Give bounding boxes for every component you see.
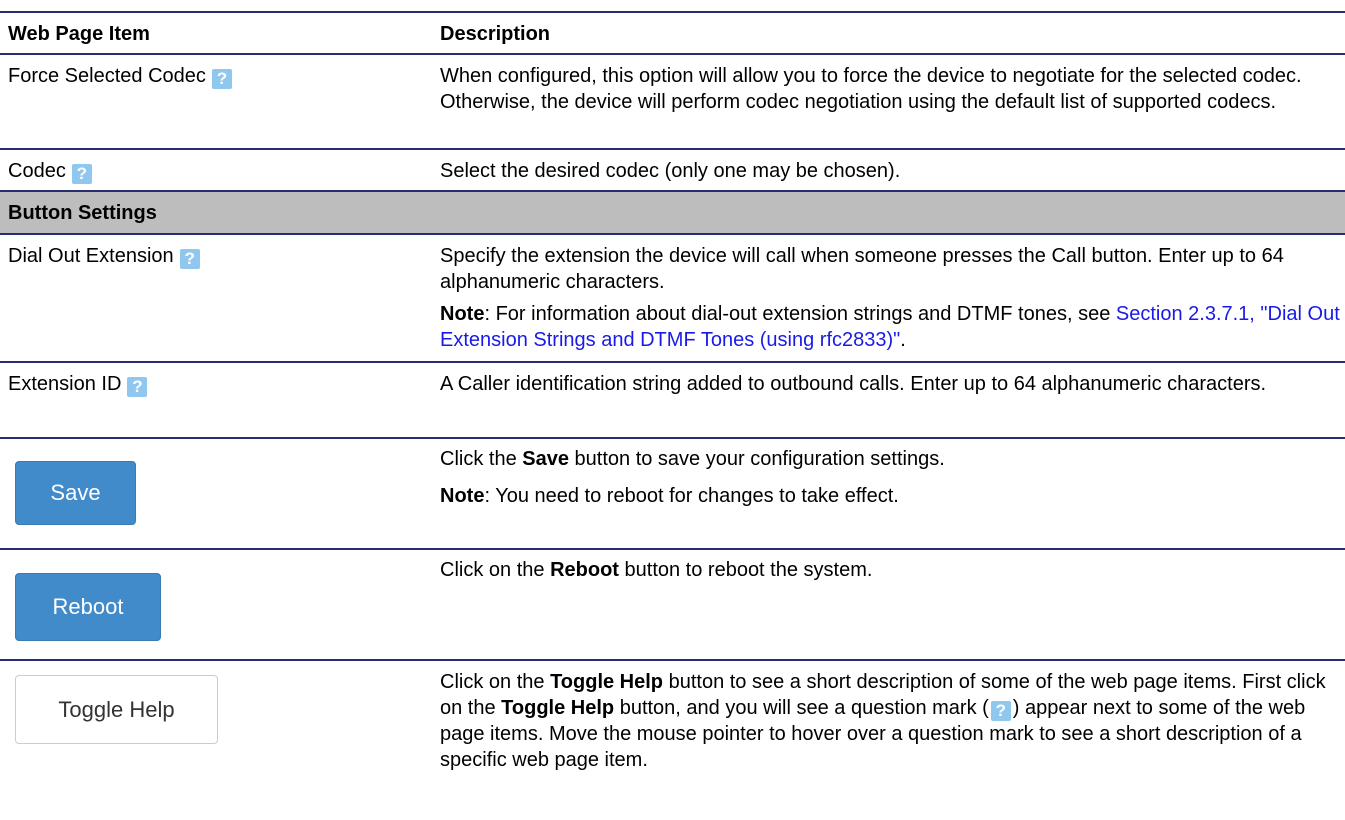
save-button[interactable]: Save	[15, 461, 136, 525]
row-item-extension-id: Extension ID?	[8, 373, 148, 397]
desc-text: Click on the	[440, 671, 551, 693]
row-note: Note: You need to reboot for changes to …	[440, 483, 1340, 509]
desc-text: button to save your configuration settin…	[568, 448, 945, 470]
desc-text: Click on the	[440, 559, 551, 581]
row-description: Specify the extension the device will ca…	[440, 245, 1284, 293]
row-item-dial-out-extension: Dial Out Extension?	[8, 245, 200, 269]
question-mark-icon[interactable]: ?	[71, 164, 92, 184]
table-row: Dial Out Extension? Specify the extensio…	[0, 233, 1345, 361]
column-header-item: Web Page Item	[8, 23, 150, 45]
table-row: Codec? Select the desired codec (only on…	[0, 148, 1345, 190]
reboot-button[interactable]: Reboot	[15, 573, 161, 641]
table-row: Save Click the Save button to save your …	[0, 437, 1345, 548]
question-mark-icon[interactable]: ?	[127, 377, 148, 397]
column-header-description: Description	[440, 23, 551, 45]
row-description: A Caller identification string added to …	[440, 373, 1267, 395]
note-text: : You need to reboot for changes to take…	[484, 485, 899, 507]
desc-bold: Save	[522, 448, 569, 470]
question-mark-icon[interactable]: ?	[211, 69, 232, 89]
desc-bold: Toggle Help	[550, 671, 664, 693]
row-description: Click on the Reboot button to reboot the…	[440, 557, 1340, 583]
item-label: Extension ID	[8, 373, 122, 395]
note-label: Note	[440, 303, 485, 325]
desc-text: button to reboot the system.	[618, 559, 873, 581]
row-description: Click the Save button to save your confi…	[440, 446, 1340, 472]
question-mark-icon: ?	[990, 701, 1011, 721]
section-title: Button Settings	[8, 202, 157, 224]
table-row: Extension ID? A Caller identification st…	[0, 361, 1345, 437]
desc-bold: Reboot	[550, 559, 619, 581]
section-header-row: Button Settings	[0, 190, 1345, 233]
item-label: Codec	[8, 160, 66, 182]
desc-text: button, and you will see a question mark…	[614, 697, 989, 719]
item-label: Force Selected Codec	[8, 65, 206, 87]
web-page-items-table: Web Page Item Description Force Selected…	[0, 11, 1345, 797]
note-text: : For information about dial-out extensi…	[484, 303, 1116, 325]
row-description: Select the desired codec (only one may b…	[440, 160, 901, 182]
question-mark-icon[interactable]: ?	[179, 249, 200, 269]
desc-text: Click the	[440, 448, 523, 470]
table-header-row: Web Page Item Description	[0, 11, 1345, 53]
toggle-help-button[interactable]: Toggle Help	[15, 675, 218, 744]
row-item-codec: Codec?	[8, 160, 92, 184]
row-description: Click on the Toggle Help button to see a…	[440, 669, 1340, 773]
desc-bold: Toggle Help	[501, 697, 615, 719]
row-item-force-selected-codec: Force Selected Codec?	[8, 65, 232, 89]
note-label: Note	[440, 485, 485, 507]
row-note: Note: For information about dial-out ext…	[440, 301, 1340, 353]
table-row: Toggle Help Click on the Toggle Help but…	[0, 659, 1345, 797]
item-label: Dial Out Extension	[8, 245, 174, 267]
table-row: Reboot Click on the Reboot button to reb…	[0, 548, 1345, 659]
row-description: When configured, this option will allow …	[440, 65, 1302, 113]
note-end: .	[900, 329, 906, 351]
table-row: Force Selected Codec? When configured, t…	[0, 53, 1345, 148]
